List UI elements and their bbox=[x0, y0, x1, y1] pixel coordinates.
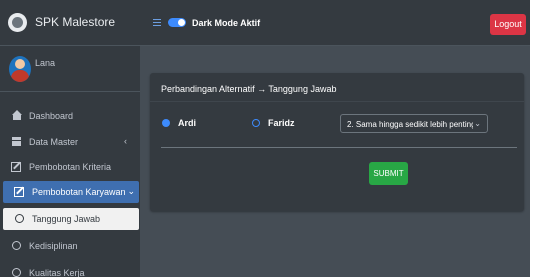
logout-button[interactable]: Logout bbox=[490, 14, 526, 35]
top-navbar: Dark Mode Aktif Logout bbox=[140, 0, 530, 46]
comparison-select[interactable]: 2. Sama hingga sedikit lebih penting ⌄ bbox=[340, 114, 488, 133]
app-window: SPK Malestore Lana Dashboard Data Master… bbox=[0, 0, 530, 277]
sidebar: SPK Malestore Lana Dashboard Data Master… bbox=[0, 0, 140, 277]
user-name: Lana bbox=[35, 58, 56, 68]
home-icon bbox=[11, 110, 23, 122]
chevron-left-icon: ‹ bbox=[124, 136, 127, 146]
brand-logo-icon bbox=[8, 13, 27, 32]
radio-label: Ardi bbox=[178, 118, 196, 128]
window-edge bbox=[530, 0, 539, 277]
sidebar-item-kedisiplinan[interactable]: Kedisiplinan bbox=[0, 235, 140, 257]
dark-mode-toggle[interactable] bbox=[168, 18, 186, 27]
sidebar-item-pembobotan-karyawan[interactable]: Pembobotan Karyawan ⌄ bbox=[3, 181, 139, 203]
brand-name: SPK Malestore bbox=[35, 15, 116, 29]
table-icon bbox=[11, 136, 23, 148]
sidebar-item-label: Kualitas Kerja bbox=[29, 268, 85, 277]
edit-icon bbox=[14, 187, 24, 197]
sidebar-item-label: Pembobotan Kriteria bbox=[29, 162, 112, 172]
sidebar-item-pembobotan-kriteria[interactable]: Pembobotan Kriteria bbox=[0, 156, 140, 178]
menu-icon[interactable] bbox=[153, 19, 161, 26]
radio-unchecked-icon bbox=[252, 119, 260, 127]
dark-mode-label: Dark Mode Aktif bbox=[192, 18, 261, 28]
brand[interactable]: SPK Malestore bbox=[0, 0, 140, 46]
submit-button[interactable]: SUBMIT bbox=[369, 162, 408, 185]
circle-icon bbox=[12, 268, 21, 277]
sidebar-item-label: Data Master bbox=[29, 137, 79, 147]
radio-label: Faridz bbox=[268, 118, 295, 128]
avatar bbox=[9, 56, 31, 82]
sidebar-item-data-master[interactable]: Data Master ‹ bbox=[0, 131, 140, 153]
chevron-down-icon: ⌄ bbox=[127, 186, 135, 196]
circle-icon bbox=[15, 214, 24, 223]
sidebar-item-label: Dashboard bbox=[29, 111, 74, 121]
sidebar-item-label: Pembobotan Karyawan bbox=[32, 187, 126, 197]
sidebar-item-dashboard[interactable]: Dashboard bbox=[0, 105, 140, 127]
sidebar-item-kualitas-kerja[interactable]: Kualitas Kerja bbox=[0, 262, 140, 277]
sidebar-item-label: Tanggung Jawab bbox=[32, 214, 101, 224]
divider bbox=[150, 101, 524, 102]
card-title: Perbandingan Alternatif → Tanggung Jawab bbox=[161, 84, 337, 94]
circle-icon bbox=[12, 241, 21, 250]
user-panel[interactable]: Lana bbox=[0, 46, 140, 92]
select-value: 2. Sama hingga sedikit lebih penting bbox=[347, 120, 473, 129]
radio-checked-icon bbox=[162, 119, 170, 127]
chevron-down-icon: ⌄ bbox=[474, 119, 481, 128]
sidebar-item-label: Kedisiplinan bbox=[29, 241, 78, 251]
sidebar-item-tanggung-jawab[interactable]: Tanggung Jawab bbox=[3, 208, 139, 230]
comparison-card: Perbandingan Alternatif → Tanggung Jawab… bbox=[150, 73, 524, 211]
divider bbox=[161, 147, 517, 148]
edit-icon bbox=[11, 162, 21, 172]
